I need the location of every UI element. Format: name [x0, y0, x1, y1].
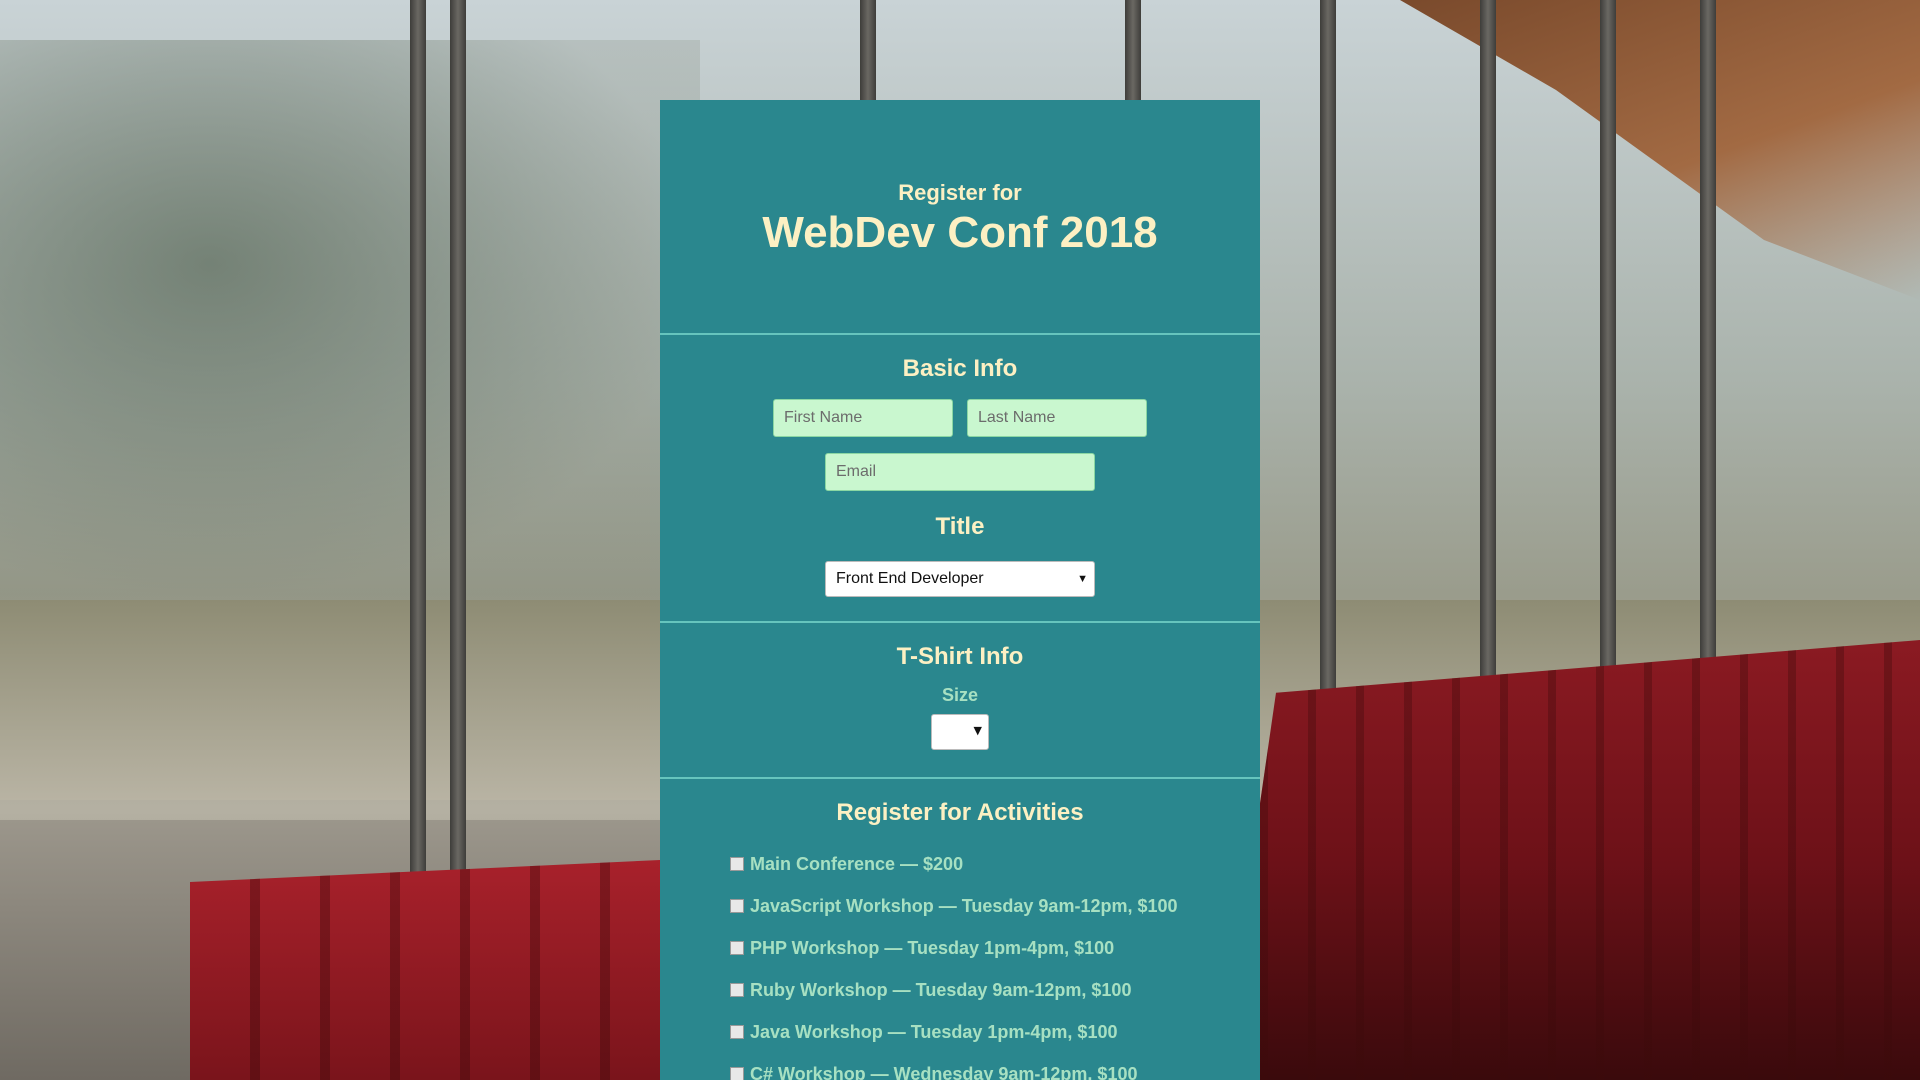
basic-info-section: Basic Info Title Front End Developer ▼	[660, 335, 1260, 623]
tshirt-heading: T-Shirt Info	[896, 643, 1024, 670]
title-select[interactable]: Front End Developer ▼	[825, 561, 1095, 597]
size-label: Size	[941, 685, 979, 705]
activity-checkbox[interactable]	[730, 899, 744, 913]
activity-label: C# Workshop — Wednesday 9am-12pm, $100	[750, 1063, 1138, 1080]
email-row	[660, 453, 1260, 491]
email-input[interactable]	[825, 453, 1095, 491]
background-chairs	[190, 860, 660, 1080]
activity-item[interactable]: Java Workshop — Tuesday 1pm-4pm, $100	[730, 1011, 1260, 1053]
background-chairs	[1220, 640, 1920, 1080]
form-header: Register for WebDev Conf 2018	[660, 100, 1260, 335]
basic-info-heading: Basic Info	[902, 355, 1018, 382]
activity-checkbox[interactable]	[730, 941, 744, 955]
name-row	[660, 399, 1260, 437]
activities-list: Main Conference — $200 JavaScript Worksh…	[660, 843, 1260, 1080]
size-select[interactable]: ▼	[931, 714, 989, 750]
activity-label: Java Workshop — Tuesday 1pm-4pm, $100	[750, 1021, 1118, 1042]
activity-item[interactable]: C# Workshop — Wednesday 9am-12pm, $100	[730, 1053, 1260, 1080]
activity-checkbox[interactable]	[730, 1025, 744, 1039]
activity-item[interactable]: Main Conference — $200	[730, 843, 1260, 885]
activity-label: PHP Workshop — Tuesday 1pm-4pm, $100	[750, 937, 1115, 958]
tshirt-section: T-Shirt Info Size ▼	[660, 623, 1260, 779]
title-heading: Title	[935, 513, 985, 540]
activity-checkbox[interactable]	[730, 983, 744, 997]
activity-item[interactable]: Ruby Workshop — Tuesday 9am-12pm, $100	[730, 969, 1260, 1011]
activity-label: JavaScript Workshop — Tuesday 9am-12pm, …	[750, 895, 1178, 916]
activity-label: Main Conference — $200	[750, 853, 964, 874]
activities-heading: Register for Activities	[836, 799, 1084, 826]
registration-form: Register for WebDev Conf 2018 Basic Info…	[660, 100, 1260, 1080]
title-select-value: Front End Developer	[836, 570, 984, 587]
first-name-input[interactable]	[773, 399, 953, 437]
chevron-down-icon: ▼	[973, 724, 982, 737]
activity-checkbox[interactable]	[730, 857, 744, 871]
chevron-down-icon: ▼	[1077, 573, 1088, 585]
header-pre-title: Register for	[898, 180, 1022, 205]
background-trees	[0, 40, 700, 600]
page-title: WebDev Conf 2018	[762, 208, 1158, 257]
activity-label: Ruby Workshop — Tuesday 9am-12pm, $100	[750, 979, 1132, 1000]
activities-section: Register for Activities Main Conference …	[660, 779, 1260, 1080]
activity-item[interactable]: JavaScript Workshop — Tuesday 9am-12pm, …	[730, 885, 1260, 927]
last-name-input[interactable]	[967, 399, 1147, 437]
activity-checkbox[interactable]	[730, 1067, 744, 1080]
activity-item[interactable]: PHP Workshop — Tuesday 1pm-4pm, $100	[730, 927, 1260, 969]
